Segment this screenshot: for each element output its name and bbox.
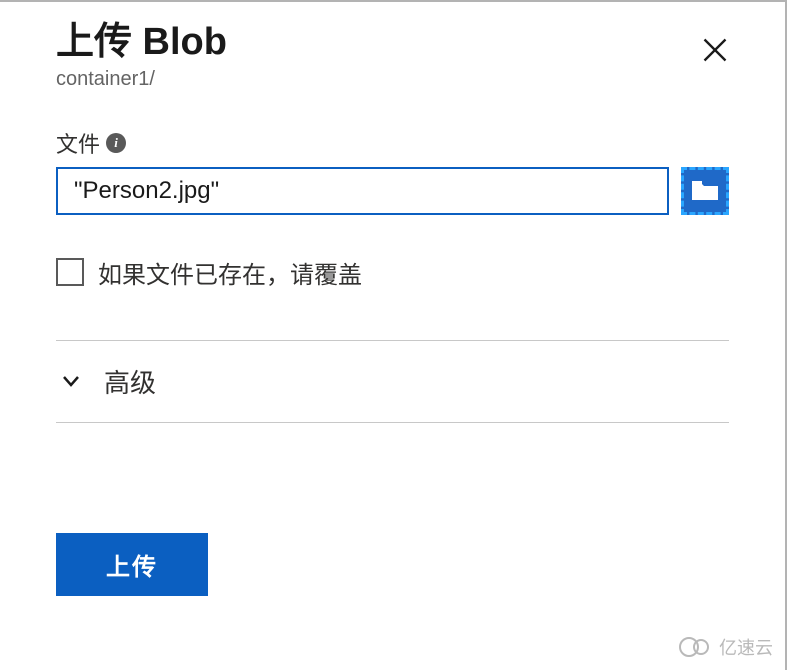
close-icon (701, 36, 729, 64)
overwrite-checkbox[interactable] (56, 258, 84, 286)
upload-blob-panel: 上传 Blob container1/ 文件 i 如果文件已存 (0, 2, 785, 620)
overwrite-row: 如果文件已存在，请覆盖 (56, 255, 729, 290)
chevron-down-icon (60, 370, 82, 392)
advanced-label: 高级 (104, 363, 156, 400)
breadcrumb: container1/ (56, 68, 227, 91)
file-input-row (56, 167, 729, 215)
watermark-text: 亿速云 (719, 634, 773, 660)
advanced-toggle[interactable]: 高级 (56, 340, 729, 423)
folder-icon (691, 180, 719, 202)
file-field-block: 文件 i (56, 127, 729, 215)
header-text-block: 上传 Blob container1/ (56, 20, 227, 91)
file-input[interactable] (56, 167, 669, 215)
close-button[interactable] (693, 28, 737, 75)
browse-button[interactable] (681, 167, 729, 215)
panel-title: 上传 Blob (56, 20, 227, 66)
upload-button[interactable]: 上传 (56, 533, 208, 596)
watermark: 亿速云 (679, 634, 773, 660)
file-label-row: 文件 i (56, 127, 729, 159)
info-icon[interactable]: i (106, 133, 126, 153)
file-label: 文件 (56, 127, 100, 159)
overwrite-label: 如果文件已存在，请覆盖 (98, 255, 362, 290)
watermark-cloud-icon (679, 636, 713, 658)
panel-header: 上传 Blob container1/ (56, 20, 729, 91)
